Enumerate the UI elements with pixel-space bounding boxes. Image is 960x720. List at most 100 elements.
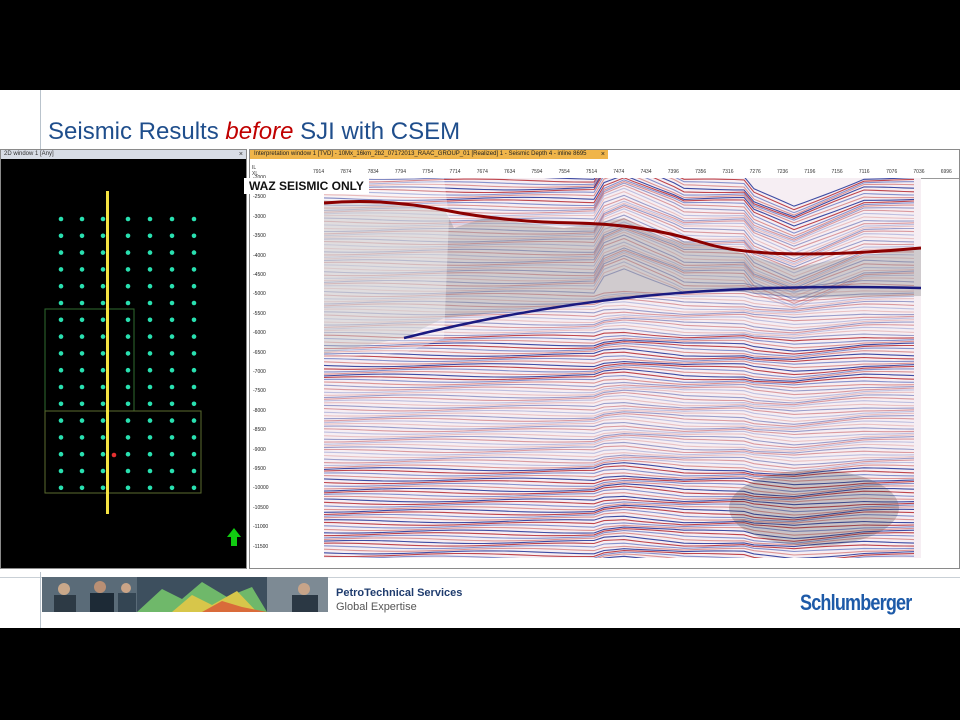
receiver-dot: [79, 418, 85, 423]
survey-boundary: [44, 308, 135, 412]
receiver-dot: [58, 250, 64, 255]
receiver-dot: [147, 351, 153, 356]
receiver-dot: [125, 300, 131, 306]
map-2d-window-titlebar[interactable]: 2D window 1 [Any] ×: [1, 150, 246, 159]
receiver-dot: [191, 250, 197, 255]
map-2d-window[interactable]: 2D window 1 [Any] ×: [0, 149, 247, 569]
depth-tick: -2500: [253, 194, 266, 201]
xl-value: 7196: [804, 169, 816, 175]
receiver-dot: [147, 250, 153, 255]
receiver-dot: [58, 351, 64, 356]
receiver-dot: [79, 250, 85, 255]
xl-value: 7356: [695, 169, 707, 175]
receiver-dot: [58, 418, 64, 423]
receiver-dot: [191, 485, 197, 491]
xl-value: 7434: [640, 169, 652, 175]
receiver-dot: [125, 401, 131, 407]
xl-value: 7674: [476, 169, 488, 175]
depth-tick: -10000: [253, 485, 269, 492]
deep-anomaly: [729, 470, 899, 546]
annotation-label: WAZ SEISMIC ONLY: [244, 178, 369, 194]
receiver-dot: [191, 468, 197, 474]
receiver-dot: [58, 216, 64, 222]
depth-tick: -7500: [253, 388, 266, 395]
xl-value: 7236: [776, 169, 789, 175]
receiver-dot: [169, 451, 175, 457]
company-line-1: PetroTechnical Services: [336, 587, 463, 599]
depth-tick: -8500: [253, 427, 266, 434]
receiver-dot: [79, 351, 85, 356]
receiver-dot: [169, 233, 175, 239]
xl-value: 7754: [422, 169, 434, 175]
interpretation-window[interactable]: Interpretation window 1 [TVD] - 10Mx_16k…: [244, 149, 960, 569]
receiver-dot: [100, 216, 106, 222]
seismic-section[interactable]: [324, 178, 921, 558]
xl-value: 7634: [504, 169, 516, 175]
receiver-dot: [100, 250, 106, 255]
receiver-dot: [191, 216, 197, 222]
receiver-dot: [100, 267, 106, 272]
depth-tick: -10500: [253, 504, 269, 511]
xl-value: 7554: [558, 169, 570, 175]
section-header: IL XL 7914 7874 7834 7794 7754 7714 7674 7634 7594…: [250, 159, 959, 179]
map-2d-window-title: 2D window 1 [Any]: [4, 151, 54, 157]
receiver-dot: [79, 451, 85, 457]
receiver-dot: [191, 384, 197, 390]
receiver-dot: [125, 216, 131, 222]
well-marker: [111, 452, 117, 458]
receiver-dot: [100, 384, 106, 390]
receiver-dot: [79, 334, 85, 339]
receiver-dot: [79, 367, 85, 373]
depth-tick: -6000: [253, 330, 266, 337]
receiver-dot: [147, 367, 153, 373]
close-icon[interactable]: ×: [239, 150, 243, 159]
receiver-dot: [58, 485, 64, 491]
receiver-dot: [58, 317, 64, 323]
receiver-dot: [100, 300, 106, 306]
receiver-dot: [79, 485, 85, 491]
receiver-dot: [79, 216, 85, 222]
survey-boundary: [44, 410, 202, 494]
map-plot[interactable]: [1, 159, 246, 568]
receiver-dot: [125, 283, 131, 289]
xl-value: 6996: [940, 169, 952, 175]
receiver-dot: [79, 384, 85, 390]
receiver-dot: [100, 334, 106, 339]
depth-tick: -8000: [253, 407, 266, 414]
receiver-dot: [58, 468, 64, 474]
xl-value: 7794: [394, 169, 406, 175]
xl-value: 7276: [749, 169, 761, 175]
receiver-dot: [147, 283, 153, 289]
receiver-dot: [79, 300, 85, 306]
interpretation-window-tab[interactable]: Interpretation window 1 [TVD] - 10Mx_16k…: [250, 150, 608, 159]
depth-tick: -11000: [253, 524, 269, 531]
receiver-dot: [191, 233, 197, 239]
receiver-dot: [125, 367, 131, 373]
receiver-dot: [100, 351, 106, 356]
xl-value: 7514: [585, 169, 598, 175]
receiver-dot: [58, 451, 64, 457]
receiver-dot: [147, 216, 153, 222]
receiver-dot: [169, 435, 175, 440]
receiver-dot: [58, 435, 64, 440]
xl-value: 7834: [367, 169, 379, 175]
receiver-dot: [169, 384, 175, 390]
xl-value: 7116: [858, 169, 870, 175]
slide: Seismic Results before SJI with CSEM 2D …: [0, 90, 960, 628]
receiver-dot: [100, 401, 106, 407]
xl-value: 7874: [340, 169, 352, 175]
receiver-dot: [147, 384, 153, 390]
receiver-dot: [125, 418, 131, 423]
receiver-dot: [79, 283, 85, 289]
close-icon[interactable]: ×: [601, 150, 605, 159]
receiver-dot: [79, 435, 85, 440]
receiver-dot: [125, 451, 131, 457]
receiver-dot: [58, 233, 64, 239]
xl-value: 7036: [913, 169, 925, 175]
receiver-dot: [169, 250, 175, 255]
depth-tick: -5500: [253, 310, 266, 317]
receiver-dot: [58, 384, 64, 390]
receiver-dot: [169, 283, 175, 289]
receiver-dot: [147, 233, 153, 239]
receiver-dot: [191, 401, 197, 407]
